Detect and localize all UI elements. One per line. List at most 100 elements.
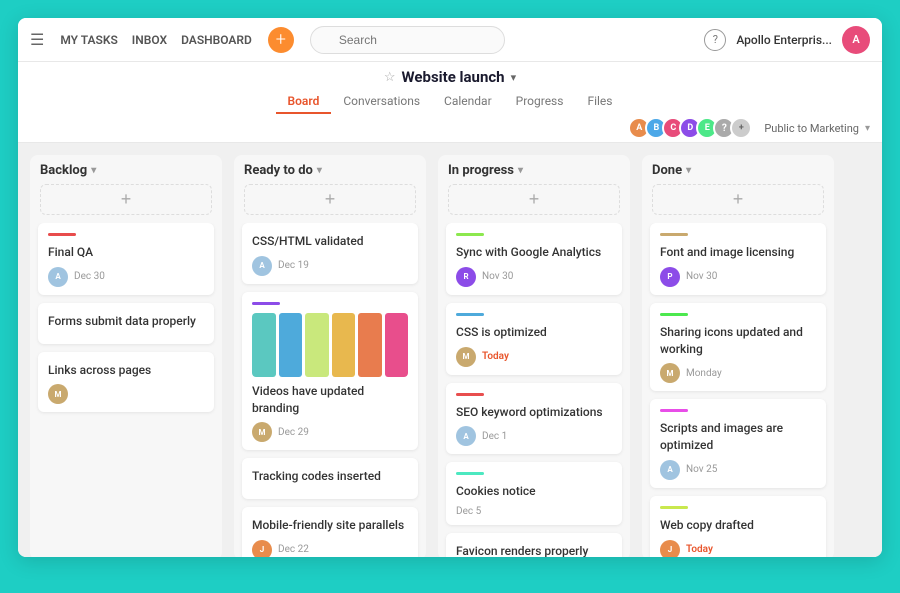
project-dropdown-icon[interactable]: ▾ <box>511 71 517 84</box>
cards-progress: Sync with Google Analytics R Nov 30 CSS … <box>438 223 630 557</box>
tab-conversations[interactable]: Conversations <box>331 90 432 114</box>
card-bar <box>660 506 688 509</box>
card-web-copy-drafted[interactable]: Web copy drafted J Today <box>650 496 826 557</box>
project-subheader: A B C D E ? + Public to Marketing ▾ <box>18 114 882 142</box>
card-bar <box>456 472 484 475</box>
card-meta: M <box>48 384 204 404</box>
column-dropdown-done[interactable]: ▾ <box>686 165 691 176</box>
card-sharing-icons[interactable]: Sharing icons updated and working M Mond… <box>650 303 826 392</box>
help-button[interactable]: ? <box>704 29 726 51</box>
column-dropdown-backlog[interactable]: ▾ <box>91 165 96 176</box>
column-in-progress: In progress ▾ + Sync with Google Analyti… <box>438 155 630 557</box>
column-title-backlog: Backlog <box>40 163 87 178</box>
card-final-qa[interactable]: Final QA A Dec 30 <box>38 223 214 295</box>
card-meta: M Today <box>456 347 612 367</box>
card-date: Nov 25 <box>686 464 717 475</box>
card-meta: J Dec 22 <box>252 540 408 557</box>
project-title-row: ☆ Website launch ▾ <box>18 68 882 90</box>
card-cookies-notice[interactable]: Cookies notice Dec 5 <box>446 462 622 525</box>
card-tracking-codes[interactable]: Tracking codes inserted <box>242 458 418 499</box>
search-input[interactable] <box>310 26 505 54</box>
card-sync-analytics[interactable]: Sync with Google Analytics R Nov 30 <box>446 223 622 295</box>
card-title: Font and image licensing <box>660 244 816 261</box>
card-avatar: J <box>252 540 272 557</box>
hamburger-icon[interactable]: ☰ <box>30 30 44 49</box>
add-member-button[interactable]: + <box>730 117 752 139</box>
card-title: Final QA <box>48 244 204 261</box>
card-bar <box>456 313 484 316</box>
column-title-ready: Ready to do <box>244 163 313 178</box>
privacy-dropdown[interactable]: ▾ <box>865 123 870 134</box>
column-title-progress: In progress <box>448 163 514 178</box>
user-name: Apollo Enterpris... <box>736 33 832 47</box>
project-tabs: Board Conversations Calendar Progress Fi… <box>18 90 882 114</box>
column-dropdown-ready[interactable]: ▾ <box>317 165 322 176</box>
tab-calendar[interactable]: Calendar <box>432 90 504 114</box>
project-title: Website launch <box>402 68 505 86</box>
card-forms-submit[interactable]: Forms submit data properly <box>38 303 214 344</box>
card-mobile-friendly[interactable]: Mobile-friendly site parallels J Dec 22 <box>242 507 418 557</box>
member-avatars: A B C D E ? + <box>628 117 752 139</box>
card-meta: A Dec 19 <box>252 256 408 276</box>
card-meta: M Monday <box>660 363 816 383</box>
nav-dashboard[interactable]: DASHBOARD <box>181 33 252 47</box>
nav-mytasks[interactable]: MY TASKS <box>60 33 117 47</box>
column-add-ready[interactable]: + <box>244 184 416 215</box>
column-title-done: Done <box>652 163 682 178</box>
card-meta: A Nov 25 <box>660 460 816 480</box>
card-avatar: J <box>660 540 680 557</box>
card-links-across[interactable]: Links across pages M <box>38 352 214 413</box>
card-avatar: P <box>660 267 680 287</box>
card-meta: P Nov 30 <box>660 267 816 287</box>
star-icon: ☆ <box>384 70 396 85</box>
nav-inbox[interactable]: INBOX <box>132 33 167 47</box>
column-add-progress[interactable]: + <box>448 184 620 215</box>
card-title: CSS is optimized <box>456 324 612 341</box>
tab-progress[interactable]: Progress <box>504 90 576 114</box>
column-add-backlog[interactable]: + <box>40 184 212 215</box>
card-title: Scripts and images are optimized <box>660 420 816 454</box>
column-dropdown-progress[interactable]: ▾ <box>518 165 523 176</box>
card-date: Dec 1 <box>482 431 507 442</box>
card-title: Web copy drafted <box>660 517 816 534</box>
card-date: Dec 19 <box>278 260 309 271</box>
card-title: Favicon renders properly <box>456 543 612 557</box>
card-date-today: Today <box>686 544 713 555</box>
cards-done: Font and image licensing P Nov 30 Sharin… <box>642 223 834 557</box>
create-button[interactable]: + <box>268 27 294 53</box>
card-meta: Dec 5 <box>456 506 612 517</box>
card-font-licensing[interactable]: Font and image licensing P Nov 30 <box>650 223 826 295</box>
column-header-progress: In progress ▾ <box>438 155 630 184</box>
card-date: Nov 30 <box>686 271 717 282</box>
top-nav: ☰ MY TASKS INBOX DASHBOARD + 🔍 ? Apollo … <box>18 18 882 62</box>
nav-links: MY TASKS INBOX DASHBOARD <box>60 33 252 47</box>
card-seo-keyword[interactable]: SEO keyword optimizations A Dec 1 <box>446 383 622 455</box>
column-add-done[interactable]: + <box>652 184 824 215</box>
card-title: Links across pages <box>48 362 204 379</box>
card-bar <box>456 393 484 396</box>
column-ready-to-do: Ready to do ▾ + CSS/HTML validated A Dec… <box>234 155 426 557</box>
card-scripts-images[interactable]: Scripts and images are optimized A Nov 2… <box>650 399 826 488</box>
cards-ready: CSS/HTML validated A Dec 19 <box>234 223 426 557</box>
card-meta: A Dec 1 <box>456 426 612 446</box>
card-favicon[interactable]: Favicon renders properly J Dec 7 <box>446 533 622 557</box>
card-avatar: A <box>48 267 68 287</box>
user-avatar[interactable]: A <box>842 26 870 54</box>
card-title: Tracking codes inserted <box>252 468 408 485</box>
column-header-ready: Ready to do ▾ <box>234 155 426 184</box>
card-meta: R Nov 30 <box>456 267 612 287</box>
card-image <box>252 313 408 377</box>
card-date-today: Today <box>482 351 509 362</box>
card-videos-branding[interactable]: Videos have updated branding M Dec 29 <box>242 292 418 451</box>
cards-backlog: Final QA A Dec 30 Forms submit data prop… <box>30 223 222 557</box>
card-css-html[interactable]: CSS/HTML validated A Dec 19 <box>242 223 418 284</box>
tab-files[interactable]: Files <box>575 90 624 114</box>
card-avatar: M <box>252 422 272 442</box>
board: Backlog ▾ + Final QA A Dec 30 Forms subm… <box>18 143 882 557</box>
tab-board[interactable]: Board <box>276 90 332 114</box>
card-avatar: A <box>252 256 272 276</box>
card-title: Mobile-friendly site parallels <box>252 517 408 534</box>
project-header: ☆ Website launch ▾ Board Conversations C… <box>18 62 882 143</box>
privacy-label: Public to Marketing <box>764 122 859 135</box>
card-css-optimized[interactable]: CSS is optimized M Today <box>446 303 622 375</box>
